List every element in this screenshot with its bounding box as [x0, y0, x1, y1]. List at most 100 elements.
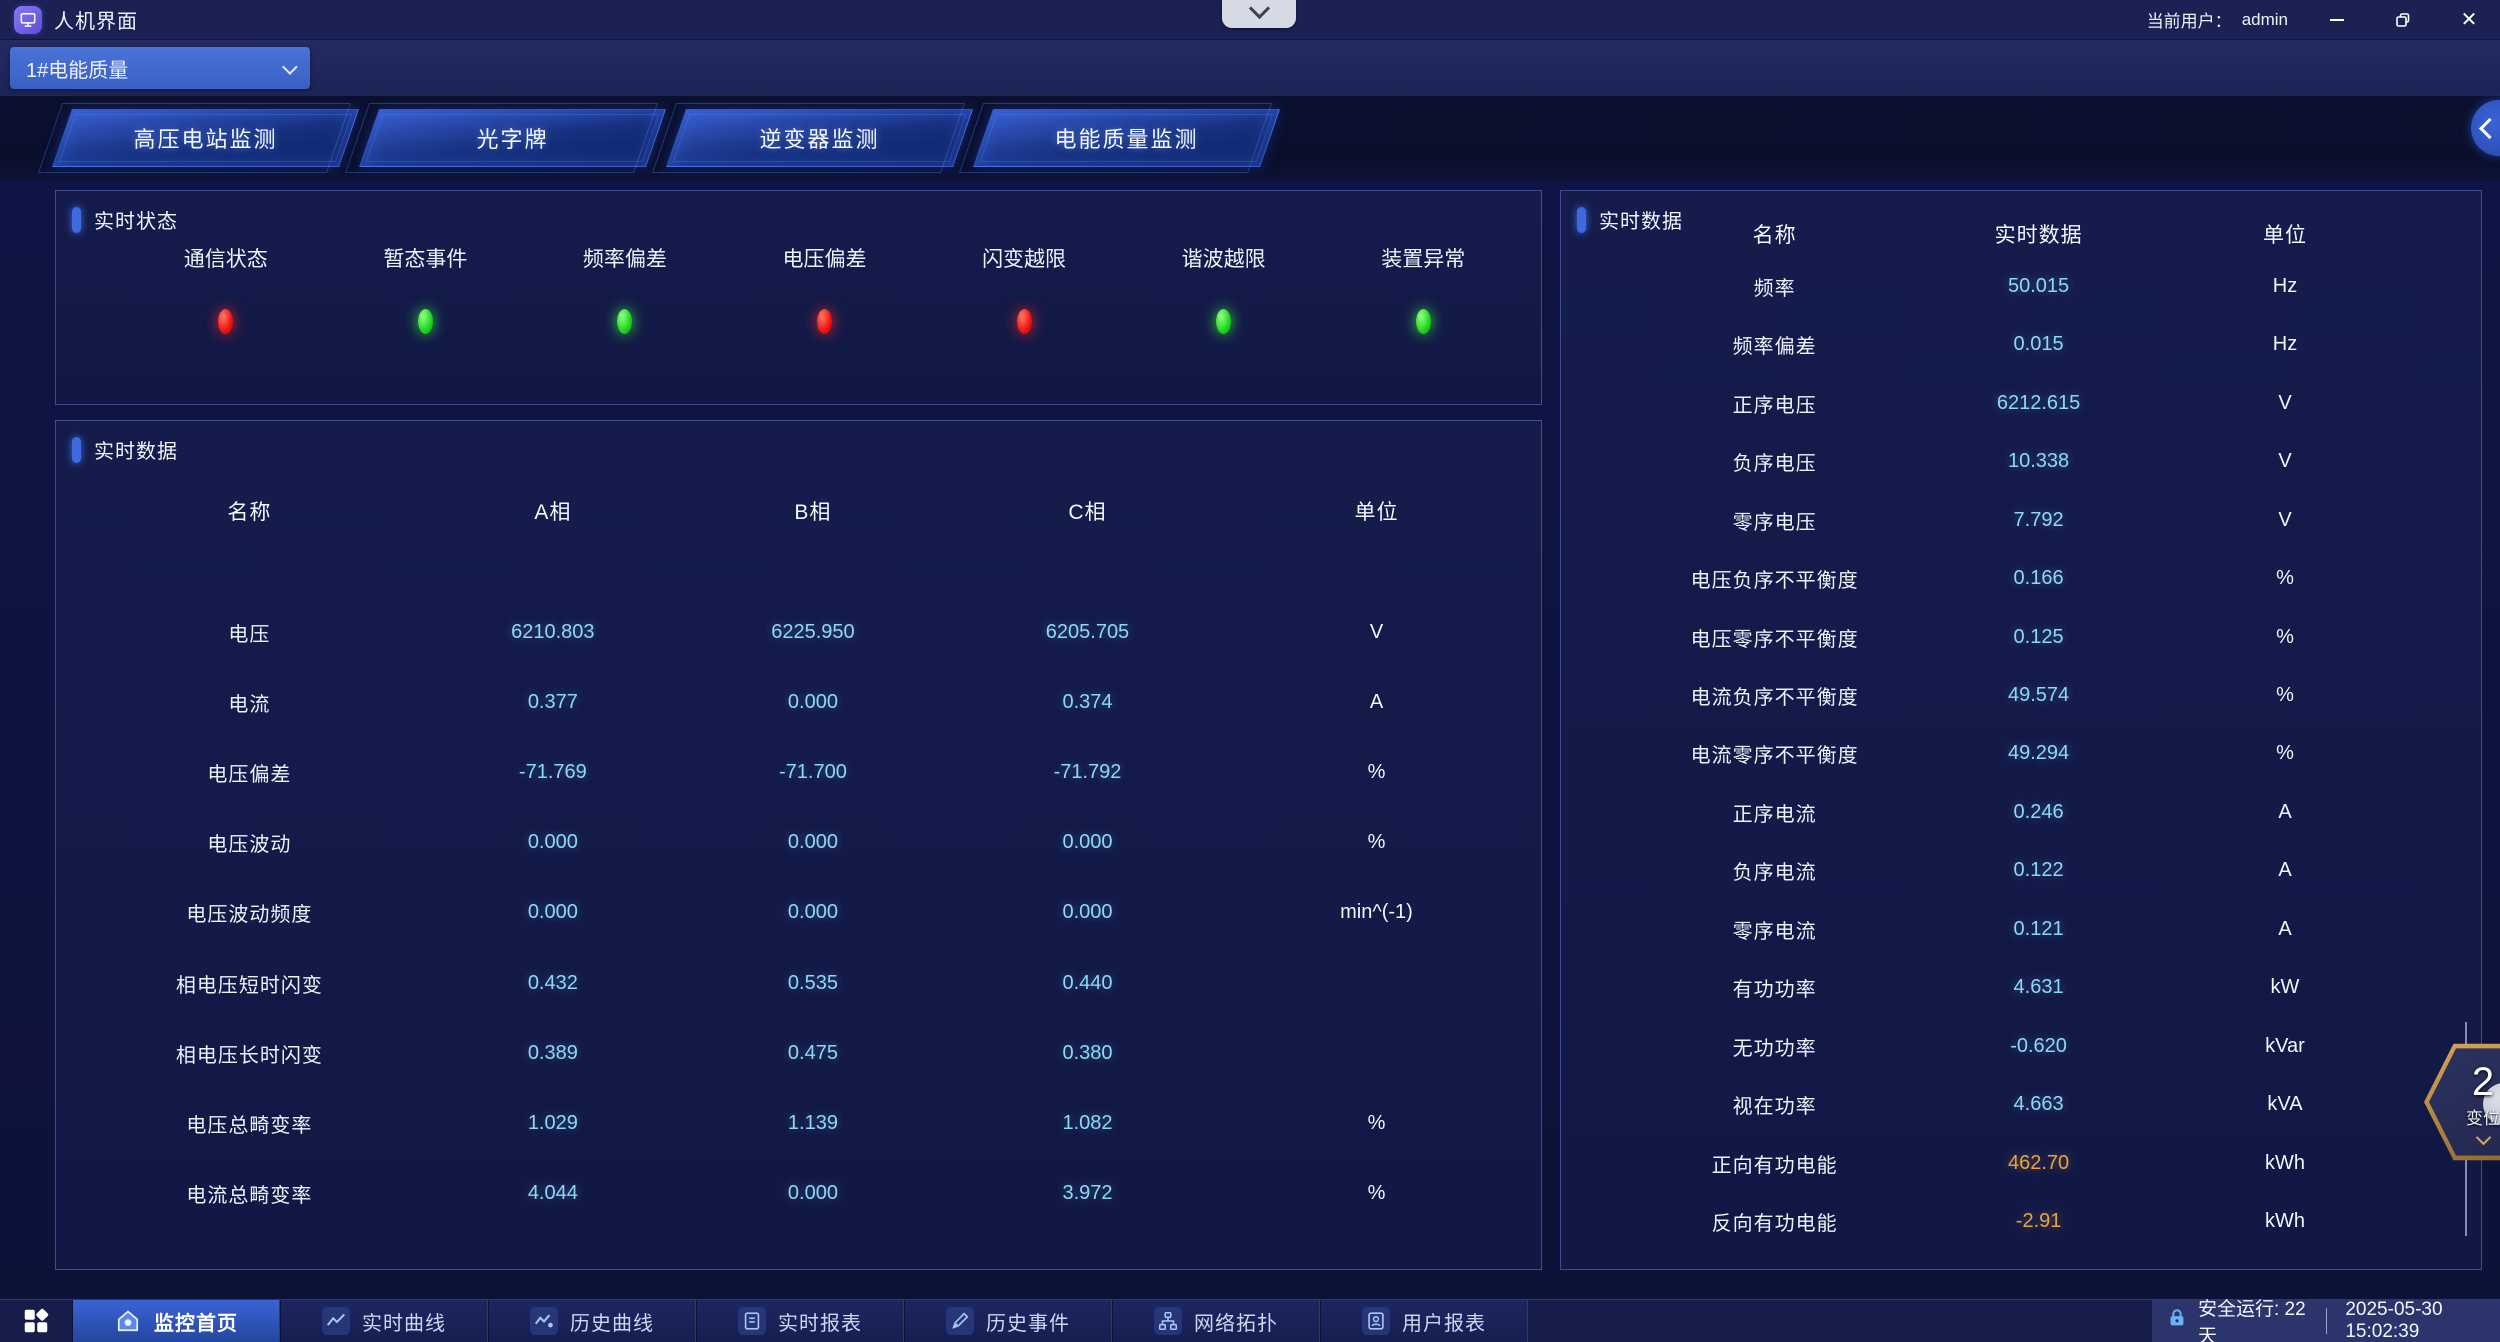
restore-icon [2394, 11, 2412, 29]
row-unit: V [2109, 392, 2461, 415]
nav-tab[interactable]: 电能质量监测 [973, 109, 1280, 167]
phase-b-value: 0.475 [683, 1042, 943, 1065]
row-value: 50.015 [1968, 275, 2109, 298]
phase-c-value: 0.440 [943, 972, 1232, 995]
minimize-button[interactable] [2320, 5, 2354, 35]
table-row: 频率 50.015 Hz [1581, 272, 2461, 301]
row-name: 零序电压 [1581, 506, 1968, 535]
nav-item-label: 历史事件 [986, 1307, 1070, 1336]
home-icon [114, 1307, 142, 1335]
chevron-down-icon [282, 59, 298, 75]
phase-c-value: 0.374 [943, 691, 1232, 714]
row-name: 正向有功电能 [1581, 1149, 1968, 1178]
row-unit: A [1232, 691, 1521, 714]
row-value: 462.70 [1968, 1152, 2109, 1175]
bottom-nav-item[interactable]: 历史曲线 [488, 1300, 696, 1342]
nav-tab[interactable]: 逆变器监测 [666, 109, 973, 167]
row-name: 视在功率 [1581, 1090, 1968, 1119]
row-name: 电压负序不平衡度 [1581, 564, 1968, 593]
row-name: 电流 [76, 688, 423, 717]
table-row: 反向有功电能 -2.91 kWh [1581, 1207, 2461, 1236]
row-unit: kWh [2109, 1210, 2461, 1233]
phase-b-value: 0.000 [683, 901, 943, 924]
row-unit: V [2109, 450, 2461, 473]
row-unit: % [1232, 831, 1521, 854]
nav-item-label: 监控首页 [154, 1307, 238, 1336]
phase-c-value: -71.792 [943, 761, 1232, 784]
bottom-nav-item[interactable]: 历史事件 [904, 1300, 1112, 1342]
table-row: 电流总畸变率 4.044 0.000 3.972 % [76, 1179, 1521, 1208]
phase-b-value: 6225.950 [683, 621, 943, 644]
status-bar: 安全运行: 22 天 2025-05-30 15:02:39 [2152, 1300, 2500, 1342]
row-name: 频率 [1581, 272, 1968, 301]
top-collapse-handle[interactable] [1222, 0, 1296, 28]
table-row: 负序电流 0.122 A [1581, 856, 2461, 885]
phase-a-value: 0.432 [423, 972, 683, 995]
tab-label: 光字牌 [370, 110, 655, 166]
row-name: 零序电流 [1581, 915, 1968, 944]
phase-a-value: 0.377 [423, 691, 683, 714]
row-name: 电压 [76, 618, 423, 647]
status-light-indicator [418, 309, 433, 334]
bottom-nav-item[interactable]: 实时报表 [696, 1300, 904, 1342]
nav-item-label: 历史曲线 [570, 1307, 654, 1336]
phase-b-value: -71.700 [683, 761, 943, 784]
col-header-phase-a: A相 [423, 496, 683, 526]
current-user-value: admin [2242, 10, 2288, 30]
station-select[interactable]: 1#电能质量 [10, 47, 310, 89]
status-label: 暂态事件 [383, 243, 467, 273]
phase-a-value: 0.000 [423, 901, 683, 924]
panel-title: 实时状态 [94, 205, 178, 234]
nav-item-label: 实时报表 [778, 1307, 862, 1336]
status-light-indicator [817, 309, 832, 334]
status-light-indicator [1416, 309, 1431, 334]
badge-count: 2 [2472, 1062, 2494, 1102]
event-pen-icon [946, 1307, 974, 1335]
row-value: -2.91 [1968, 1210, 2109, 1233]
realtime-status-panel: 实时状态 通信状态 暂态事件 频率偏差 电压偏差 [55, 190, 1542, 405]
row-unit: % [1232, 1112, 1521, 1135]
row-unit: kW [2109, 976, 2461, 999]
close-button[interactable]: ✕ [2452, 5, 2486, 35]
row-unit: % [2109, 567, 2461, 590]
tab-label: 逆变器监测 [677, 110, 962, 166]
phase-b-value: 0.000 [683, 691, 943, 714]
table-row: 相电压长时闪变 0.389 0.475 0.380 [76, 1039, 1521, 1068]
bottom-nav-item[interactable]: 网络拓扑 [1112, 1300, 1320, 1342]
row-unit: % [2109, 742, 2461, 765]
row-unit: V [2109, 509, 2461, 532]
nav-tab[interactable]: 光字牌 [359, 109, 666, 167]
bottom-nav-item[interactable]: 用户报表 [1320, 1300, 1528, 1342]
bottom-nav-item[interactable]: 实时曲线 [280, 1300, 488, 1342]
restore-button[interactable] [2386, 5, 2420, 35]
col-header-value: 实时数据 [1968, 219, 2109, 249]
app-logo-icon [14, 6, 42, 34]
bottom-nav-bar: 监控首页 实时曲线 历史曲线 实时报表 历史事件 [0, 1299, 2500, 1342]
realtime-table: 名称 实时数据 单位 频率 50.015 Hz 频率偏差 0.015 Hz [1581, 211, 2461, 1251]
bottom-nav-item[interactable]: 监控首页 [72, 1300, 280, 1342]
col-header-name: 名称 [76, 496, 423, 526]
nav-tab[interactable]: 高压电站监测 [52, 109, 359, 167]
datetime-text: 2025-05-30 15:02:39 [2345, 1299, 2492, 1342]
phase-b-value: 0.000 [683, 831, 943, 854]
table-row: 相电压短时闪变 0.432 0.535 0.440 [76, 969, 1521, 998]
row-value: 0.015 [1968, 333, 2109, 356]
status-light-indicator [617, 309, 632, 334]
row-value: 4.663 [1968, 1093, 2109, 1116]
table-row: 零序电压 7.792 V [1581, 506, 2461, 535]
row-name: 电压总畸变率 [76, 1109, 423, 1138]
table-header-row: 名称 实时数据 单位 [1581, 211, 2461, 257]
row-name: 负序电压 [1581, 447, 1968, 476]
table-row: 电流零序不平衡度 49.294 % [1581, 739, 2461, 768]
status-label: 谐波越限 [1182, 243, 1266, 273]
phase-c-value: 0.380 [943, 1042, 1232, 1065]
table-row: 正序电压 6212.615 V [1581, 389, 2461, 418]
row-value: 49.574 [1968, 684, 2109, 707]
table-row: 正序电流 0.246 A [1581, 798, 2461, 827]
apps-grid-icon[interactable] [0, 1300, 72, 1342]
table-row: 电流负序不平衡度 49.574 % [1581, 681, 2461, 710]
phase-a-value: -71.769 [423, 761, 683, 784]
phase-table: 名称 A相 B相 C相 单位 电压 6210.803 6225.950 6205… [76, 483, 1521, 1229]
status-grid: 通信状态 暂态事件 频率偏差 电压偏差 [126, 243, 1523, 334]
panel-accent-bar [72, 437, 81, 463]
